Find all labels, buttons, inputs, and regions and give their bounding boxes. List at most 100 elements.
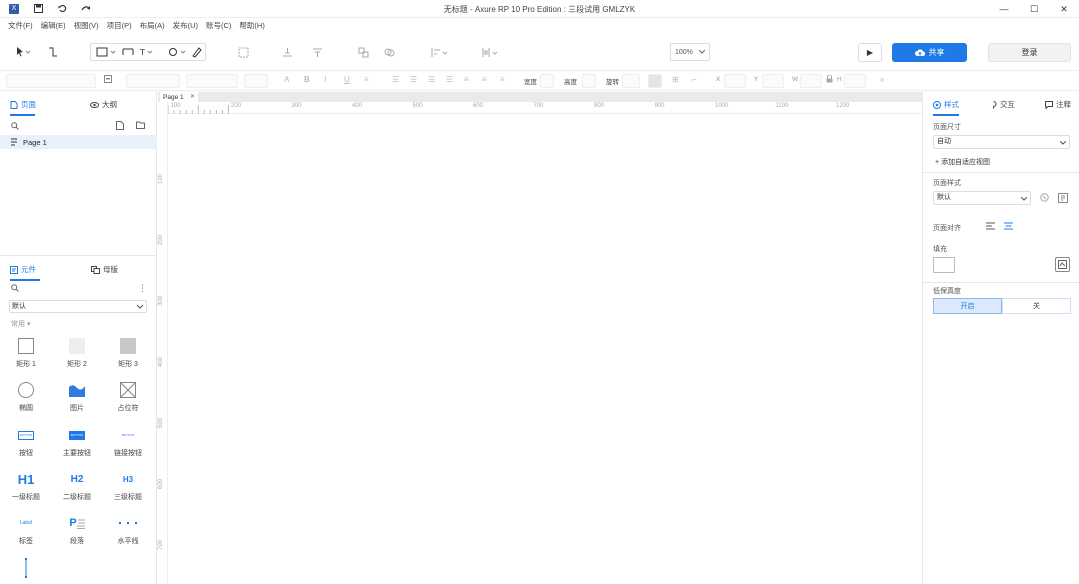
group-icon[interactable]: [236, 43, 250, 61]
add-adaptive-view-link[interactable]: + 添加自适应视图: [935, 157, 990, 167]
widget-rectangle-1[interactable]: 矩形 1: [6, 335, 46, 375]
fill-image-icon[interactable]: [1055, 257, 1070, 272]
font-color-icon[interactable]: A: [284, 75, 289, 84]
widget-group-label[interactable]: 常用 ▾: [11, 319, 30, 329]
more-icon[interactable]: »: [880, 75, 884, 84]
tab-master[interactable]: 母版: [91, 264, 118, 275]
align-center-page-icon[interactable]: [1004, 222, 1013, 232]
send-back-icon[interactable]: [310, 43, 324, 61]
widget-ellipse[interactable]: 椭圆: [6, 379, 46, 419]
y-input[interactable]: [762, 74, 784, 88]
align-icon[interactable]: [428, 43, 452, 61]
widget-placeholder[interactable]: 占位符: [108, 379, 148, 419]
page-list-item[interactable]: Page 1: [0, 135, 157, 149]
strikethrough-icon[interactable]: ≡: [364, 75, 369, 84]
align-right-icon[interactable]: ☰: [428, 75, 435, 84]
library-select[interactable]: 默认: [9, 300, 147, 313]
close-tab-icon[interactable]: ✕: [190, 93, 195, 100]
widget-link-button[interactable]: BUTTON 链接按钮: [108, 424, 148, 464]
share-button[interactable]: 共享: [892, 43, 967, 62]
align-center-icon[interactable]: ☰: [410, 75, 417, 84]
font-size-select[interactable]: [244, 74, 268, 88]
widget-primary-button[interactable]: BUTTON 主要按钮: [57, 424, 97, 464]
widget-label[interactable]: Label 标签: [6, 512, 46, 552]
page-size-select[interactable]: 自动: [933, 135, 1070, 149]
widget-rectangle-3[interactable]: 矩形 3: [108, 335, 148, 375]
valign-bottom-icon[interactable]: ≡: [500, 75, 505, 84]
login-button[interactable]: 登录: [988, 43, 1071, 62]
widget-horizontal-line[interactable]: 水平线: [108, 512, 148, 552]
border-width-select[interactable]: [622, 74, 640, 88]
widget-heading-3[interactable]: H3 三级标题: [108, 468, 148, 508]
maximize-button[interactable]: ☐: [1019, 0, 1049, 18]
border-color-swatch[interactable]: [582, 74, 596, 88]
menu-arrange[interactable]: 布局(A): [140, 20, 165, 31]
menu-file[interactable]: 文件(F): [8, 20, 33, 31]
vertical-line-widget-icon[interactable]: [24, 558, 28, 580]
menu-project[interactable]: 项目(P): [107, 20, 132, 31]
shadow-swatch[interactable]: [648, 74, 662, 88]
align-left-page-icon[interactable]: [986, 222, 995, 232]
style-icon[interactable]: [104, 75, 112, 85]
boolean-icon[interactable]: [382, 43, 396, 61]
font-family-select[interactable]: [6, 74, 96, 88]
minimize-button[interactable]: —: [989, 0, 1019, 18]
page-search-icon[interactable]: [11, 122, 19, 132]
panel-divider[interactable]: [0, 255, 157, 256]
tab-outline[interactable]: 大纲: [90, 99, 117, 110]
valign-middle-icon[interactable]: ≡: [482, 75, 487, 84]
tab-pages[interactable]: 页面: [10, 99, 36, 110]
add-folder-icon[interactable]: [136, 121, 145, 131]
low-fidelity-on-toggle[interactable]: 开启: [933, 298, 1002, 314]
preview-button[interactable]: ▶: [858, 43, 882, 62]
low-fidelity-off-toggle[interactable]: 关: [1002, 298, 1071, 314]
zoom-select[interactable]: 100%: [670, 43, 710, 61]
widget-heading-2[interactable]: H2 二级标题: [57, 468, 97, 508]
widget-paragraph[interactable]: P 段落: [57, 512, 97, 552]
library-more-icon[interactable]: ⋮: [138, 283, 147, 294]
w-input[interactable]: [800, 74, 822, 88]
fill-color-picker[interactable]: [933, 257, 955, 273]
menu-help[interactable]: 帮助(H): [239, 20, 264, 31]
widget-heading-1[interactable]: H1 一级标题: [6, 468, 46, 508]
align-left-icon[interactable]: ☰: [392, 75, 399, 84]
italic-icon[interactable]: I: [324, 75, 326, 84]
h-input[interactable]: [844, 74, 866, 88]
add-page-icon[interactable]: [116, 121, 124, 132]
bring-front-icon[interactable]: [280, 43, 294, 61]
lock-ratio-icon[interactable]: [826, 74, 833, 85]
tab-library[interactable]: 元件: [10, 264, 36, 275]
distribute-icon[interactable]: [478, 43, 502, 61]
widget-button[interactable]: BUTTON 按钮: [6, 424, 46, 464]
font-weight-select[interactable]: [126, 74, 180, 88]
close-button[interactable]: ✕: [1049, 0, 1079, 18]
font-style-select[interactable]: [186, 74, 238, 88]
valign-top-icon[interactable]: ≡: [464, 75, 469, 84]
corner-icon[interactable]: ⌐: [692, 75, 697, 84]
page-tab[interactable]: Page 1 ✕: [160, 92, 198, 102]
widget-image[interactable]: 图片: [57, 379, 97, 419]
reset-style-icon[interactable]: [1040, 193, 1049, 204]
widget-label: 矩形 1: [16, 361, 36, 368]
tab-style[interactable]: 样式: [933, 99, 959, 110]
underline-icon[interactable]: U: [344, 75, 350, 84]
style-manager-icon[interactable]: [1058, 193, 1068, 205]
connector-tool-icon[interactable]: [46, 43, 60, 61]
library-search-icon[interactable]: [11, 284, 19, 294]
menu-edit[interactable]: 编辑(E): [41, 20, 66, 31]
combine-icon[interactable]: [356, 43, 370, 61]
select-tool[interactable]: [10, 43, 36, 61]
menu-view[interactable]: 视图(V): [74, 20, 99, 31]
page-style-select[interactable]: 默认: [933, 191, 1031, 205]
tab-notes[interactable]: 注释: [1045, 99, 1071, 110]
bold-icon[interactable]: B: [304, 75, 310, 84]
menu-account[interactable]: 账号(C): [206, 20, 231, 31]
tab-interaction[interactable]: 交互: [990, 99, 1015, 110]
widget-rectangle-2[interactable]: 矩形 2: [57, 335, 97, 375]
canvas-area[interactable]: Page 1 ✕ 100 200 300 400 500 600 700 800 900 1000…: [158, 92, 922, 584]
menu-publish[interactable]: 发布(U): [173, 20, 198, 31]
opacity-icon[interactable]: ⊞: [672, 75, 679, 84]
fill-color-swatch[interactable]: [540, 74, 554, 88]
align-justify-icon[interactable]: ☰: [446, 75, 453, 84]
x-input[interactable]: [724, 74, 746, 88]
